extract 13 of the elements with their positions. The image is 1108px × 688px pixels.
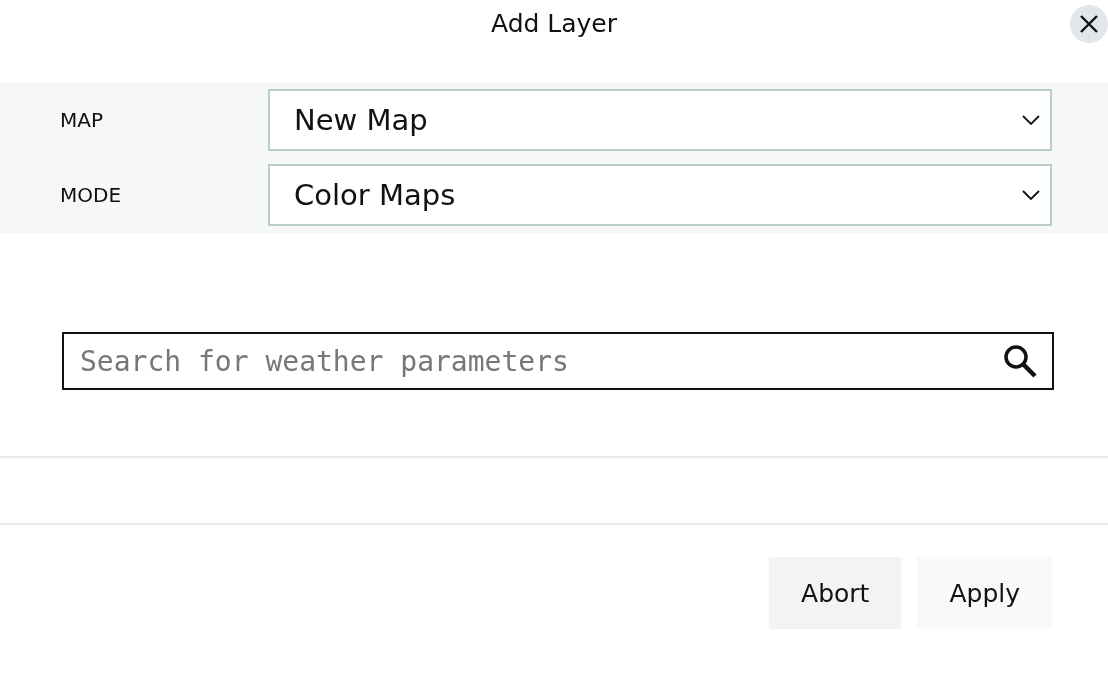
search-field[interactable]: Search for weather parameters [62,332,1054,390]
dialog-button[interactable]: Abort [769,557,902,629]
dropdown[interactable]: New Map [268,89,1052,151]
dropdown[interactable]: Color Maps [268,164,1052,226]
chevron-down-icon [1022,115,1040,125]
dialog-button[interactable]: Apply [917,557,1052,629]
field-label: MODE [59,183,123,207]
search-icon [1002,343,1038,379]
close-button[interactable] [1070,5,1108,43]
field-label: MAP [59,108,104,132]
dialog-title: Add Layer [490,8,618,40]
chevron-down-icon [1022,190,1040,200]
close-icon [1079,14,1099,34]
